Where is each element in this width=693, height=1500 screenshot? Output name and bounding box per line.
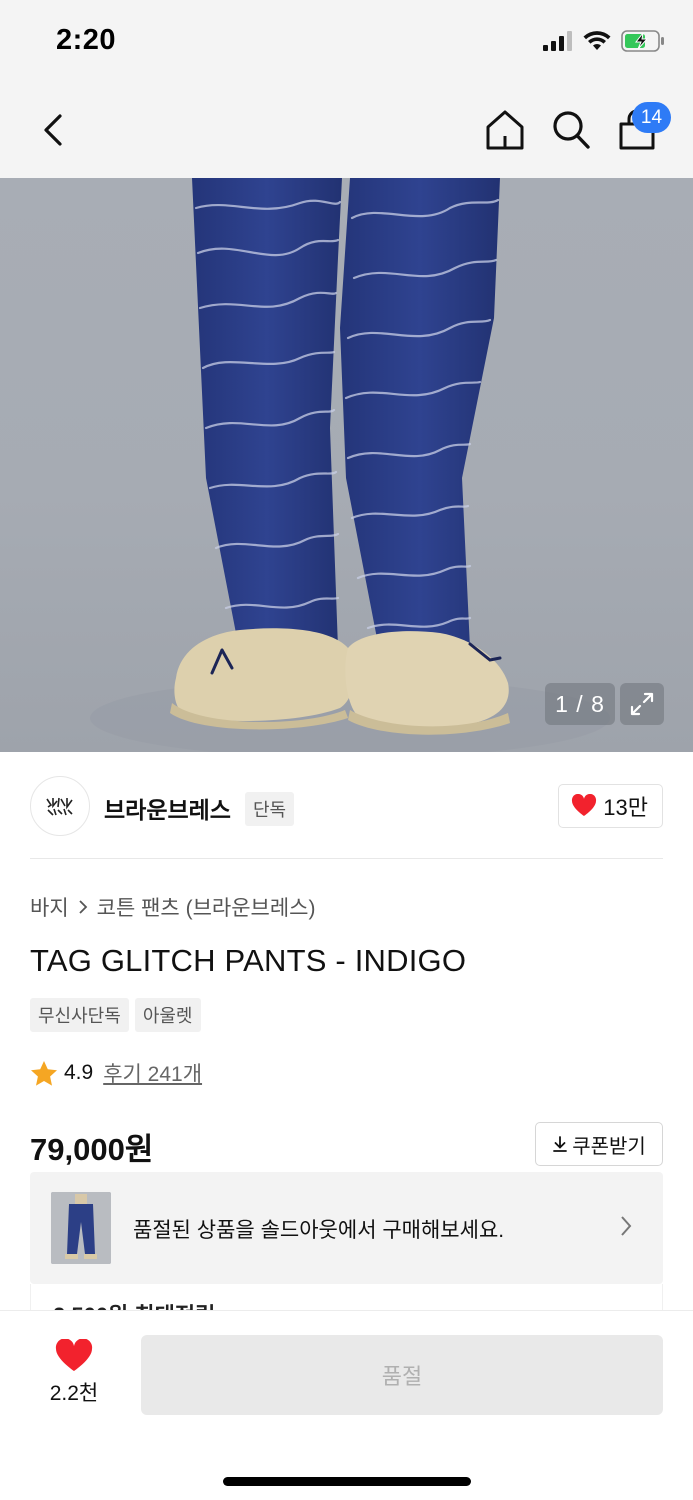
expand-icon[interactable]	[620, 683, 664, 725]
nav-bar	[0, 86, 693, 178]
wishlist-button[interactable]: 2.2천	[40, 1339, 108, 1409]
rating-value: 4.9	[64, 1061, 94, 1084]
brand-row[interactable]: 브라운브레스 단독 13만	[30, 776, 663, 838]
status-time: 2:20	[56, 24, 117, 56]
product-price: 79,000원	[30, 1132, 154, 1167]
signal-icon	[543, 31, 572, 51]
home-indicator	[223, 1477, 471, 1486]
product-title: TAG GLITCH PANTS - INDIGO	[30, 943, 467, 978]
battery-charging-icon	[621, 30, 664, 52]
heart-icon	[55, 1339, 93, 1371]
breadcrumb-subcategory[interactable]: 코튼 팬츠 (브라운브레스)	[97, 892, 316, 922]
brand-logo-icon	[46, 797, 73, 816]
coupon-button[interactable]: 쿠폰받기	[535, 1122, 663, 1166]
star-icon	[31, 1060, 57, 1086]
cart-count-badge: 14	[632, 102, 671, 133]
product-photo-illustration	[90, 178, 610, 752]
breadcrumb: 바지 코튼 팬츠 (브라운브레스)	[30, 892, 316, 922]
points-card: 2,500원 최대적립	[30, 1284, 663, 1312]
status-bar: 2:20	[0, 0, 693, 86]
divider	[30, 858, 663, 859]
bottom-action-bar: 2.2천 품절	[0, 1310, 693, 1500]
product-tag: 무신사단독	[30, 998, 129, 1032]
search-icon[interactable]	[550, 108, 592, 152]
soldout-button[interactable]: 품절	[141, 1335, 663, 1415]
brand-like-count: 13만	[603, 795, 648, 820]
breadcrumb-category[interactable]: 바지	[30, 892, 69, 922]
wishlist-count: 2.2천	[49, 1382, 99, 1405]
wifi-icon	[583, 31, 611, 50]
chevron-right-icon	[621, 1216, 632, 1236]
coupon-label: 쿠폰받기	[572, 1135, 646, 1158]
back-icon[interactable]	[36, 108, 76, 152]
product-tag: 아울렛	[134, 998, 201, 1032]
chevron-right-icon	[79, 900, 87, 914]
product-tags: 무신사단독 아울렛	[30, 998, 201, 1032]
product-image[interactable]	[0, 178, 693, 752]
home-icon[interactable]	[484, 108, 526, 152]
download-icon	[553, 1136, 568, 1152]
rating-row: 4.9 후기 241개	[30, 1058, 202, 1088]
banner-thumbnail	[51, 1192, 111, 1264]
soldout-banner[interactable]: 품절된 상품을 솔드아웃에서 구매해보세요.	[30, 1172, 663, 1284]
brand-name[interactable]: 브라운브레스	[104, 791, 231, 825]
brand-logo[interactable]	[30, 776, 90, 836]
brand-like-button[interactable]: 13만	[558, 784, 663, 828]
heart-icon	[572, 794, 597, 816]
exclusive-badge: 단독	[245, 792, 295, 826]
review-link[interactable]: 후기 241개	[103, 1058, 202, 1088]
status-icons	[543, 30, 665, 52]
image-counter: 1 / 8	[545, 683, 615, 725]
banner-text: 품절된 상품을 솔드아웃에서 구매해보세요.	[133, 1219, 505, 1242]
